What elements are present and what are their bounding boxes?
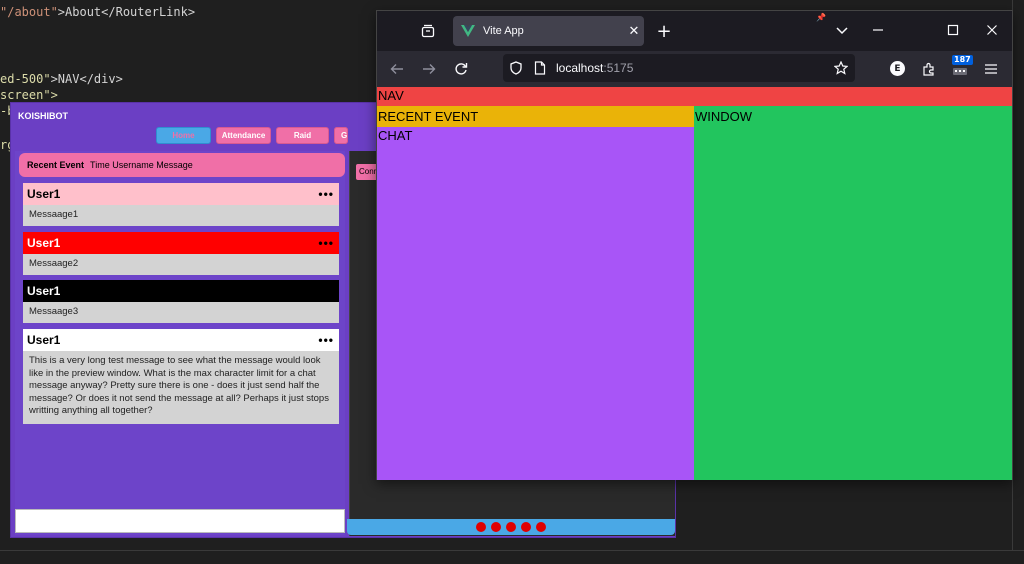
code-line: ed-500">NAV</div>: [0, 72, 123, 86]
url-bar[interactable]: localhost:5175: [503, 54, 855, 82]
page-icon[interactable]: [534, 61, 546, 75]
status-dot: [506, 522, 516, 532]
recent-event-columns: Time Username Message: [90, 160, 193, 170]
app-title: KOISHIBOT: [18, 111, 69, 121]
page-window-section: WINDOW: [694, 106, 1012, 480]
message-header: User1 •••: [23, 280, 339, 302]
pin-icon: 📌: [816, 13, 826, 22]
message-username: User1: [27, 333, 61, 347]
page-recent-event-section: RECENT EVENT: [377, 106, 694, 127]
back-icon[interactable]: [386, 58, 408, 80]
recent-event-label: Recent Event: [27, 160, 85, 170]
nav-raid-button[interactable]: Raid: [276, 127, 329, 144]
page-nav-section: NAV: [377, 87, 1012, 106]
nav-attendance-button[interactable]: Attendance: [216, 127, 271, 144]
browser-tab[interactable]: Vite App ✕: [453, 16, 644, 46]
minimize-icon[interactable]: [863, 17, 893, 43]
account-avatar[interactable]: E: [890, 61, 905, 76]
status-dot: [491, 522, 501, 532]
close-icon[interactable]: [977, 17, 1007, 43]
extensions-icon[interactable]: [918, 58, 940, 80]
maximize-icon[interactable]: [938, 17, 968, 43]
message-username: User1: [27, 284, 61, 298]
hamburger-menu-icon[interactable]: [980, 58, 1002, 80]
code-line: "/about">About</RouterLink>: [0, 5, 195, 19]
status-divider: [0, 550, 1024, 551]
message-username: User1: [27, 236, 61, 250]
more-options-icon[interactable]: •••: [318, 333, 334, 347]
page-chat-section: CHAT: [377, 127, 694, 480]
chat-message: User1 ••• Messaage3: [23, 280, 339, 323]
url-host: localhost: [556, 61, 604, 75]
status-dot: [521, 522, 531, 532]
tab-close-icon[interactable]: ✕: [624, 24, 644, 39]
new-tab-icon[interactable]: +: [653, 20, 675, 42]
footer-bar: [347, 519, 675, 535]
browser-window: Vite App ✕ + 📌 localhost:5175 E 187 NAV …: [376, 10, 1013, 480]
chevron-down-icon[interactable]: [832, 20, 852, 42]
status-dot: [536, 522, 546, 532]
url-text[interactable]: localhost:5175: [556, 61, 633, 75]
navigation-toolbar: localhost:5175 E 187: [377, 51, 1012, 87]
chat-message: User1 ••• This is a very long test messa…: [23, 329, 339, 424]
page-viewport: NAV RECENT EVENT CHAT WINDOW: [377, 87, 1012, 480]
nav-gamejam-label[interactable]: GameJam: [334, 127, 348, 144]
tab-title: Vite App: [483, 25, 524, 37]
chat-message: User1 ••• Messaage1: [23, 183, 339, 226]
message-body: Messaage1: [23, 205, 339, 226]
tab-bar: Vite App ✕ + 📌: [377, 11, 1012, 51]
reload-icon[interactable]: [450, 58, 472, 80]
message-body: This is a very long test message to see …: [23, 351, 339, 424]
more-options-icon[interactable]: •••: [318, 284, 334, 298]
extension-badge: 187: [952, 55, 973, 65]
message-username: User1: [27, 187, 61, 201]
code-line: screen">: [0, 88, 58, 102]
shield-icon[interactable]: [509, 61, 523, 75]
chat-message: User1 ••• Messaage2: [23, 232, 339, 275]
recent-event-bar: Recent Event Time Username Message: [19, 153, 345, 177]
more-options-icon[interactable]: •••: [318, 236, 334, 250]
more-options-icon[interactable]: •••: [318, 187, 334, 201]
tab-list-icon[interactable]: [417, 20, 439, 42]
nav-home-button[interactable]: Home: [156, 127, 211, 144]
code-string: "/about": [0, 5, 58, 19]
message-body: Messaage2: [23, 254, 339, 275]
url-port: :5175: [603, 61, 634, 75]
chat-panel: Recent Event Time Username Message User1…: [15, 151, 345, 535]
code-text: >About</RouterLink>: [57, 5, 196, 19]
code-string: ed-500": [0, 72, 51, 86]
message-header: User1 •••: [23, 232, 339, 254]
status-dot: [476, 522, 486, 532]
code-text: >NAV</div>: [50, 72, 123, 86]
forward-icon[interactable]: [418, 58, 440, 80]
bookmark-star-icon[interactable]: [834, 61, 848, 75]
message-header: User1 •••: [23, 329, 339, 351]
vite-vue-logo-icon: [461, 25, 475, 37]
message-body: Messaage3: [23, 302, 339, 323]
message-header: User1 •••: [23, 183, 339, 205]
chat-input[interactable]: [15, 509, 345, 533]
